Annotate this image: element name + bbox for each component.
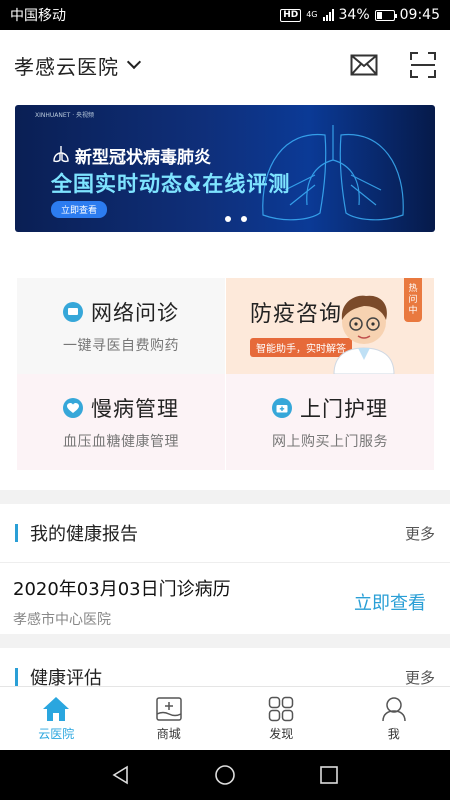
top-header: 孝感云医院 (0, 30, 450, 100)
recents-icon[interactable] (319, 765, 339, 785)
tab-discover[interactable]: 发现 (225, 687, 338, 750)
service-online-consult[interactable]: 网络问诊 一键寻医自费购药 (17, 278, 225, 374)
battery-icon (374, 9, 397, 21)
health-eval-header: 健康评估 更多 (0, 648, 450, 686)
banner-title: 新型冠状病毒肺炎 (75, 148, 211, 168)
chevron-down-icon[interactable] (126, 54, 142, 70)
hospital-selector[interactable]: 孝感云医院 (14, 51, 119, 80)
tab-me[interactable]: 我 (338, 687, 450, 750)
banner-brand: XINHUANET · 央视频 (35, 112, 95, 119)
banner-view-button[interactable]: 立即查看 (51, 201, 108, 218)
medkit-icon (272, 398, 292, 418)
carousel-dot[interactable] (225, 216, 231, 222)
tab-label: 我 (387, 726, 400, 741)
hd-badge: HD (280, 8, 302, 22)
section-accent-bar (15, 668, 18, 686)
user-icon (382, 696, 406, 721)
system-nav-bar (0, 750, 450, 800)
tab-label: 发现 (269, 726, 294, 741)
status-bar: 中国移动 HD 4G 34% 09:45 (0, 0, 450, 30)
view-record-button[interactable]: 立即查看 (354, 589, 426, 615)
health-report-header: 我的健康报告 更多 (0, 504, 450, 562)
home-nav-icon[interactable] (214, 764, 236, 786)
doctor-avatar-icon (333, 295, 395, 374)
tab-label: 商城 (156, 726, 181, 741)
health-report-more-link[interactable]: 更多 (405, 523, 435, 544)
status-icons: HD 4G 34% 09:45 (280, 7, 440, 23)
service-title: 慢病管理 (91, 397, 179, 421)
section-title: 健康评估 (30, 668, 102, 686)
network-type: 4G (306, 10, 318, 19)
carousel-dot[interactable] (241, 216, 247, 222)
carousel-dots (225, 216, 247, 222)
record-title: 2020年03月03日门诊病历 (13, 579, 231, 600)
service-chronic-management[interactable]: 慢病管理 血压血糖健康管理 (17, 374, 225, 470)
service-title: 网络问诊 (91, 301, 179, 325)
home-icon (43, 696, 70, 721)
tab-cloud-hospital[interactable]: 云医院 (0, 687, 113, 750)
tab-label: 云医院 (38, 726, 75, 741)
hot-badge: 热问中 (404, 278, 422, 322)
section-title: 我的健康报告 (30, 524, 138, 545)
grid-icon (269, 696, 294, 721)
signal-icon (322, 9, 334, 21)
service-epidemic-consult[interactable]: 防疫咨询 智能助手，实时解答 热问中 (226, 278, 434, 374)
service-title: 上门护理 (300, 397, 388, 421)
service-home-nursing[interactable]: 上门护理 网上购买上门服务 (226, 374, 434, 470)
service-subtitle: 血压血糖健康管理 (63, 434, 179, 450)
tab-mall[interactable]: 商城 (113, 687, 226, 750)
scan-icon[interactable] (410, 52, 436, 78)
section-accent-bar (15, 524, 18, 542)
bottom-tab-bar: 云医院 商城 发现 我 (0, 686, 450, 750)
medical-record-card[interactable]: 2020年03月03日门诊病历 孝感市中心医院 立即查看 (0, 562, 450, 634)
banner-subtitle: 全国实时动态&在线评测 (51, 172, 291, 196)
shop-icon (156, 696, 182, 721)
carrier-label: 中国移动 (10, 8, 66, 24)
consult-icon (63, 302, 83, 322)
health-eval-more-link[interactable]: 更多 (405, 667, 435, 687)
record-hospital: 孝感市中心医院 (13, 612, 111, 628)
back-icon[interactable] (111, 765, 131, 785)
service-subtitle: 一键寻医自费购药 (63, 338, 179, 354)
lung-icon (53, 146, 69, 163)
promo-banner[interactable]: XINHUANET · 央视频 新型冠状病毒肺炎 全国实时动态&在线评测 立即查… (15, 105, 435, 232)
service-subtitle: 网上购买上门服务 (272, 434, 388, 450)
battery-percent: 34% (338, 7, 370, 23)
mail-icon[interactable] (350, 54, 378, 76)
heart-icon (63, 398, 83, 418)
clock: 09:45 (399, 7, 440, 23)
